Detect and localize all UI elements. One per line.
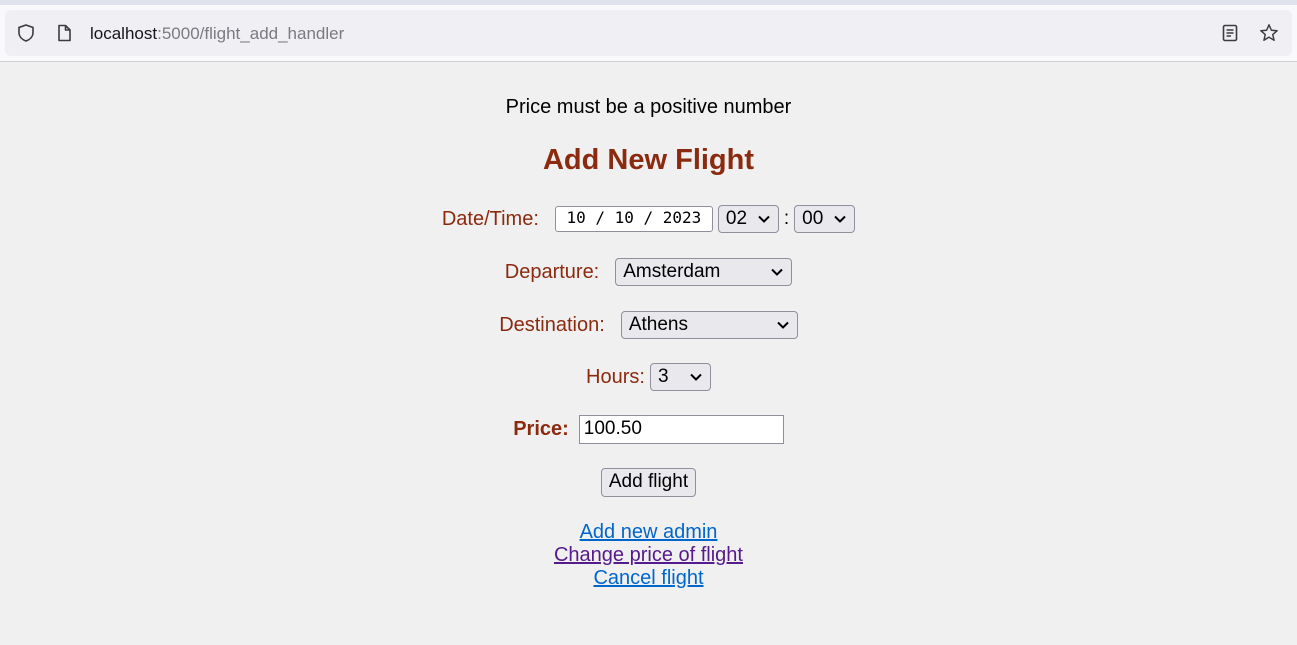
minute-select-value: 00	[802, 208, 824, 229]
shield-icon[interactable]	[16, 23, 36, 43]
minute-select[interactable]: 00	[794, 205, 856, 233]
hours-select-value: 3	[657, 366, 669, 387]
datetime-label: Date/Time:	[441, 207, 539, 230]
hours-row: Hours: 3	[0, 362, 1297, 392]
submit-row: Add flight	[0, 467, 1297, 497]
add-flight-button[interactable]: Add flight	[600, 467, 697, 497]
cancel-flight-link[interactable]: Cancel flight	[593, 567, 703, 590]
chevron-down-icon	[758, 215, 770, 223]
url-host: localhost	[90, 24, 158, 43]
add-admin-link[interactable]: Add new admin	[580, 521, 718, 544]
browser-toolbar: localhost:5000/flight_add_handler	[0, 5, 1297, 62]
hours-select[interactable]: 3	[649, 363, 711, 391]
bookmark-star-icon[interactable]	[1259, 23, 1279, 43]
date-input[interactable]: 10 / 10 / 2023	[554, 206, 713, 232]
price-label: Price:	[513, 417, 569, 440]
url-path: :5000/flight_add_handler	[157, 24, 345, 43]
hours-label: Hours:	[586, 365, 645, 388]
destination-row: Destination: Athens	[0, 310, 1297, 340]
departure-select[interactable]: Amsterdam	[615, 258, 793, 286]
chevron-down-icon	[771, 268, 783, 276]
page-icon[interactable]	[54, 23, 74, 43]
hour-select-value: 02	[725, 208, 748, 229]
chevron-down-icon	[690, 373, 702, 381]
page-title: Add New Flight	[542, 144, 755, 176]
url-text[interactable]: localhost:5000/flight_add_handler	[90, 24, 344, 44]
destination-label: Destination:	[499, 313, 605, 336]
price-row: Price: 100.50	[0, 414, 1297, 444]
page-content: Price must be a positive number Add New …	[0, 62, 1297, 645]
departure-label: Departure:	[504, 260, 600, 283]
datetime-row: Date/Time: 10 / 10 / 2023 02 : 00	[0, 204, 1297, 234]
departure-row: Departure: Amsterdam	[0, 257, 1297, 287]
reader-view-icon[interactable]	[1220, 23, 1240, 43]
change-price-link[interactable]: Change price of flight	[554, 544, 743, 567]
chevron-down-icon	[834, 215, 846, 223]
price-input[interactable]: 100.50	[578, 414, 784, 444]
error-message: Price must be a positive number	[505, 96, 792, 118]
admin-links: Add new admin Change price of flight Can…	[0, 521, 1297, 590]
address-bar[interactable]: localhost:5000/flight_add_handler	[5, 10, 1292, 56]
destination-select[interactable]: Athens	[620, 311, 798, 339]
destination-select-value: Athens	[628, 314, 688, 335]
departure-select-value: Amsterdam	[623, 261, 721, 282]
hour-select[interactable]: 02	[717, 205, 779, 233]
chevron-down-icon	[777, 321, 789, 329]
time-separator: :	[783, 208, 790, 229]
